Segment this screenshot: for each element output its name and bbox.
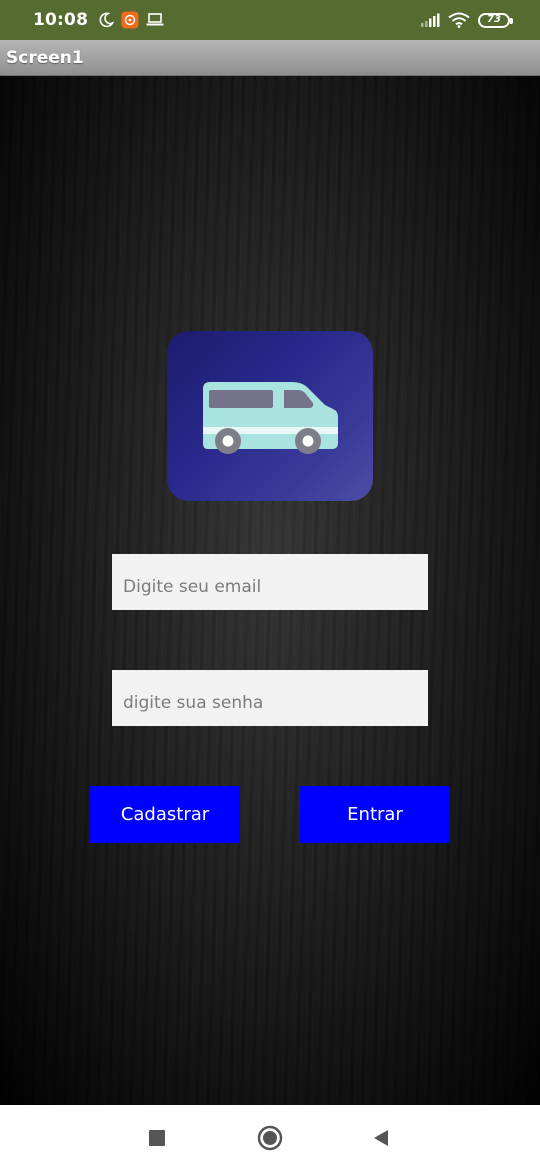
navigation-bar [0, 1105, 540, 1170]
van-icon [203, 382, 338, 454]
home-icon [257, 1125, 283, 1151]
signal-icon [420, 13, 440, 27]
back-icon [374, 1130, 388, 1146]
home-button[interactable] [255, 1123, 285, 1153]
status-time: 10:08 [33, 10, 89, 30]
app-title-bar: Screen1 [0, 40, 540, 76]
status-left-icons [98, 11, 164, 29]
wifi-icon [448, 12, 470, 28]
register-button[interactable]: Cadastrar [90, 786, 240, 843]
battery-level: 73 [487, 14, 501, 25]
battery-tip [510, 17, 513, 24]
battery-icon: 73 [478, 12, 513, 28]
login-button[interactable]: Entrar [300, 786, 450, 843]
status-bar: 10:08 73 [0, 0, 540, 40]
recent-apps-icon [149, 1130, 165, 1146]
login-screen: Cadastrar Entrar [0, 76, 540, 1105]
screen-title: Screen1 [6, 47, 84, 68]
app-logo [167, 331, 373, 501]
laptop-icon [146, 12, 164, 28]
moon-icon [98, 12, 115, 28]
app-notification-icon [121, 11, 139, 29]
status-right-icons: 73 [420, 12, 513, 28]
password-field[interactable] [112, 670, 428, 726]
email-field[interactable] [112, 554, 428, 610]
back-button[interactable] [366, 1123, 396, 1153]
recent-apps-button[interactable] [142, 1123, 172, 1153]
